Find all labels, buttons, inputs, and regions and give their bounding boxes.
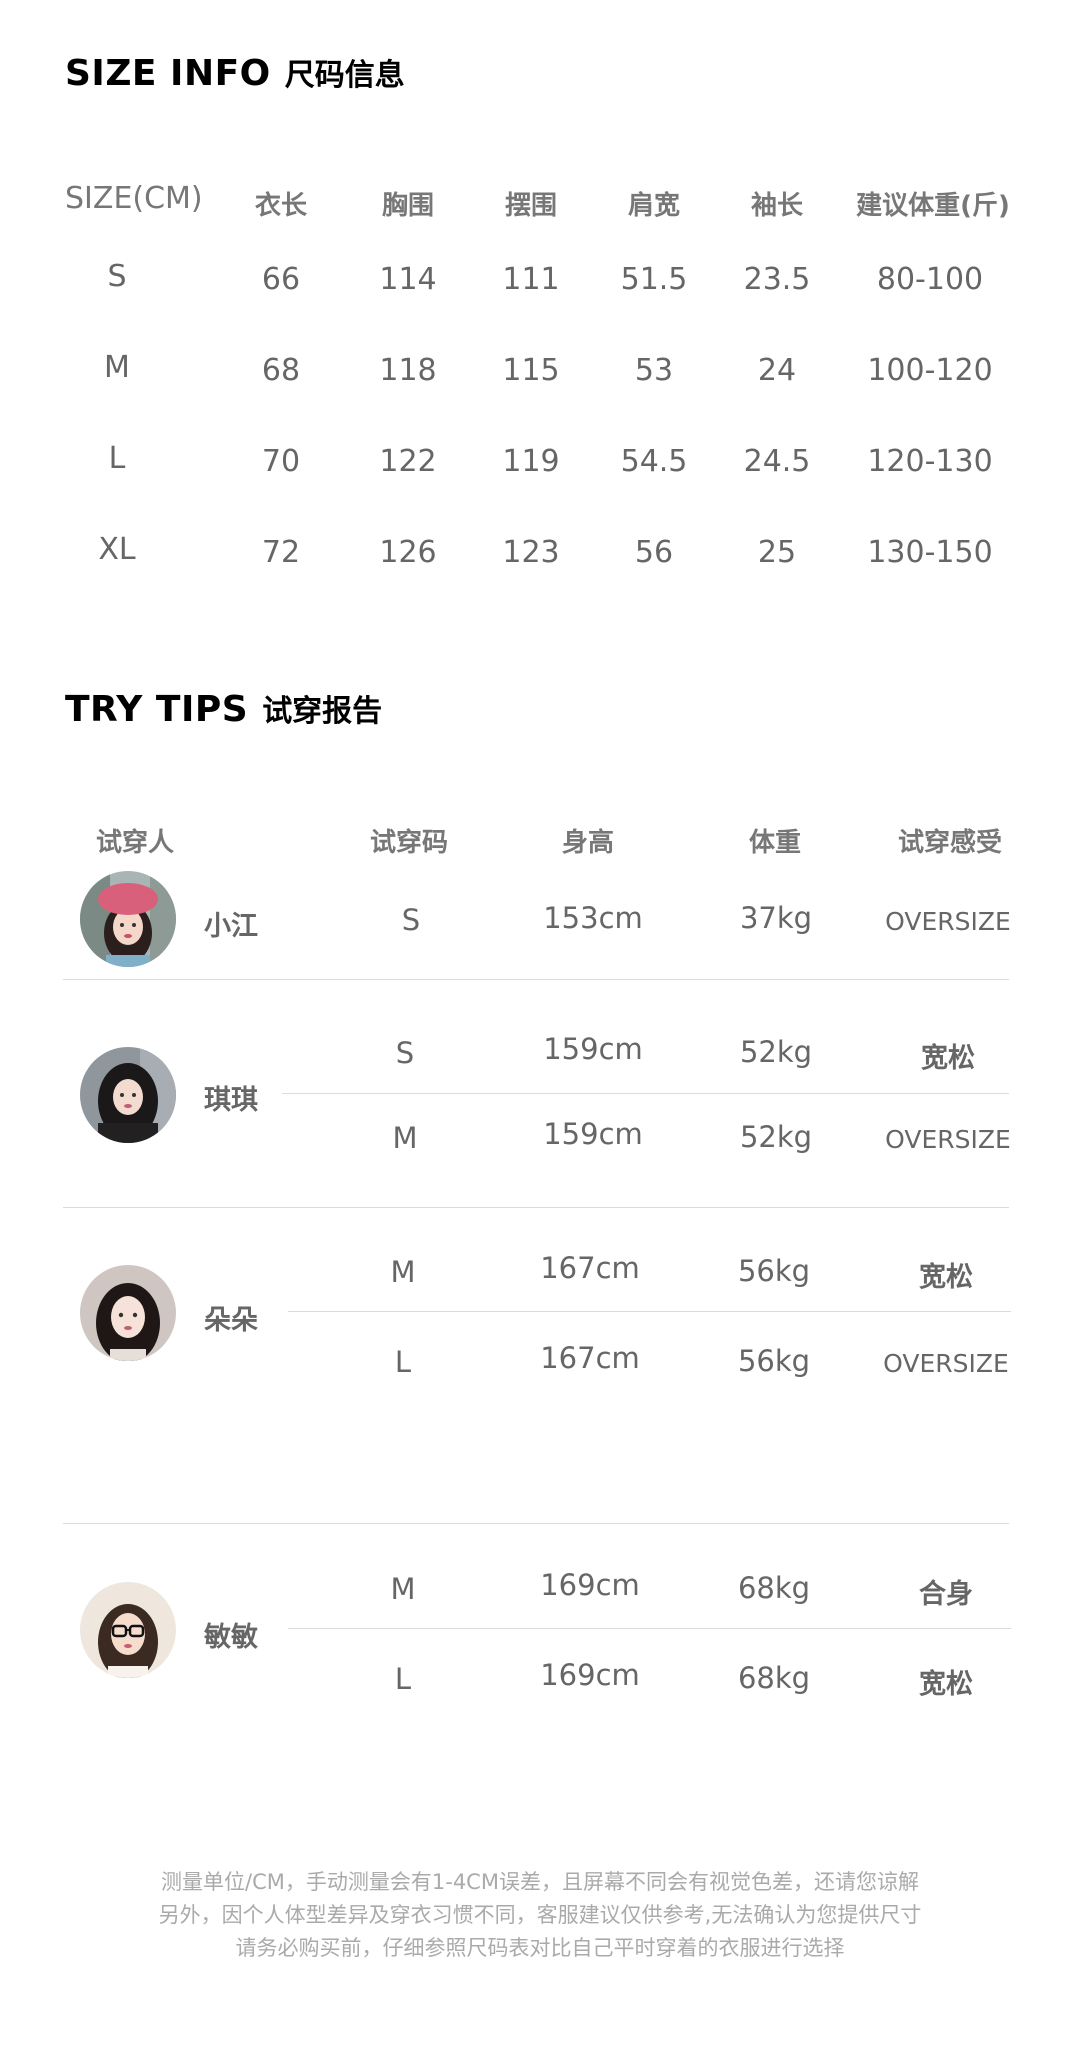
size-info-title-zh: 尺码信息 (284, 58, 405, 93)
tips-cell: 52kg (739, 1120, 813, 1154)
tips-cell: 56kg (737, 1254, 811, 1288)
avatar-pink-beret-icon (80, 871, 176, 967)
tips-cell: S (395, 1036, 415, 1070)
size-cell: 53 (634, 353, 674, 388)
size-header-size: SIZE(CM) (65, 181, 203, 216)
size-cell: 115 (502, 353, 560, 388)
tips-cell: 159cm (543, 1032, 643, 1066)
size-cell: 24 (757, 353, 797, 388)
size-cell: 70 (261, 444, 301, 479)
tips-cell: L (394, 1662, 412, 1696)
size-info-title: SIZE INFO 尺码信息 (65, 50, 405, 94)
avatar-glasses-icon (80, 1582, 176, 1678)
size-cell: 122 (379, 444, 437, 479)
tips-cell: 合身 (919, 1579, 973, 1610)
row-divider (63, 1207, 1009, 1208)
size-header-shoulder: 肩宽 (627, 191, 681, 221)
size-header-weight: 建议体重(斤) (856, 191, 1010, 221)
footer-line-3: 请务必购买前，仔细参照尺码表对比自己平时穿着的衣服进行选择 (235, 1936, 845, 1960)
tips-header-person: 试穿人 (95, 828, 175, 858)
tips-cell: 169cm (540, 1568, 640, 1602)
tips-cell: 56kg (737, 1344, 811, 1378)
size-header-chest: 胸围 (381, 191, 435, 221)
try-tips-title-zh: 试穿报告 (262, 694, 383, 729)
tips-cell: 52kg (739, 1035, 813, 1069)
tips-cell: 68kg (737, 1661, 811, 1695)
size-cell: 123 (502, 535, 560, 570)
tips-cell: M (390, 1572, 416, 1606)
size-header-sleeve: 袖长 (750, 191, 804, 221)
size-cell: 120-130 (867, 444, 993, 479)
try-tips-title: TRY TIPS 试穿报告 (65, 686, 382, 730)
footer-note: 测量单位/CM，手动测量会有1-4CM误差，且屏幕不同会有视觉色差，还请您谅解 … (0, 1866, 1080, 1965)
size-cell: 126 (379, 535, 437, 570)
tips-cell: L (394, 1345, 412, 1379)
size-cell: 54.5 (620, 444, 688, 479)
size-cell: 118 (379, 353, 437, 388)
size-cell: 80-100 (876, 262, 984, 297)
size-cell: 68 (261, 353, 301, 388)
tips-cell: 37kg (739, 901, 813, 935)
size-cell: 66 (261, 262, 301, 297)
footer-line-1: 测量单位/CM，手动测量会有1-4CM误差，且屏幕不同会有视觉色差，还请您谅解 (161, 1870, 919, 1894)
size-cell: 111 (502, 262, 560, 297)
avatar-black-hood-icon (80, 1047, 176, 1143)
tips-cell: M (392, 1121, 418, 1155)
tips-cell: 68kg (737, 1571, 811, 1605)
tips-cell: 167cm (540, 1251, 640, 1285)
size-cell: 24.5 (743, 444, 811, 479)
tips-cell: OVERSIZE (885, 1125, 1011, 1154)
tips-cell: OVERSIZE (883, 1349, 1009, 1378)
size-header-hem: 摆围 (504, 191, 558, 221)
tester-name: 朵朵 (204, 1305, 258, 1336)
size-info-title-en: SIZE INFO (65, 53, 271, 94)
row-divider (282, 1093, 1009, 1094)
tips-cell: S (401, 903, 421, 937)
tips-cell: 169cm (540, 1658, 640, 1692)
tips-cell: 宽松 (919, 1262, 973, 1293)
tips-cell: 159cm (543, 1117, 643, 1151)
size-cell: S (107, 259, 127, 294)
try-tips-title-en: TRY TIPS (65, 689, 249, 730)
size-cell: XL (98, 532, 136, 567)
size-cell: 51.5 (620, 262, 688, 297)
tips-cell: M (390, 1255, 416, 1289)
size-cell: 114 (379, 262, 437, 297)
size-header-length: 衣长 (254, 191, 308, 221)
size-cell: 130-150 (867, 535, 993, 570)
tips-header-weight: 体重 (748, 828, 802, 858)
size-cell: 72 (261, 535, 301, 570)
row-divider (63, 979, 1009, 980)
size-cell: 119 (502, 444, 560, 479)
tester-name: 小江 (204, 911, 258, 942)
tips-header-size: 试穿码 (369, 828, 449, 858)
row-divider (63, 1523, 1009, 1524)
tips-cell: 宽松 (921, 1043, 975, 1074)
row-divider (288, 1628, 1011, 1629)
size-cell: 25 (757, 535, 797, 570)
tips-cell: 153cm (543, 901, 643, 935)
tips-header-feel: 试穿感受 (897, 828, 1003, 858)
size-cell: 23.5 (743, 262, 811, 297)
avatar-dark-hair-icon (80, 1265, 176, 1361)
size-cell: 56 (634, 535, 674, 570)
tester-name: 敏敏 (204, 1622, 258, 1653)
tips-cell: OVERSIZE (885, 907, 1011, 936)
size-cell: L (108, 441, 126, 476)
row-divider (288, 1311, 1011, 1312)
footer-line-2: 另外，因个人体型差异及穿衣习惯不同，客服建议仅供参考,无法确认为您提供尺寸 (158, 1903, 922, 1927)
size-cell: 100-120 (867, 353, 993, 388)
tips-cell: 167cm (540, 1341, 640, 1375)
tips-cell: 宽松 (919, 1669, 973, 1700)
size-cell: M (104, 350, 130, 385)
tester-name: 琪琪 (204, 1085, 258, 1116)
tips-header-height: 身高 (561, 828, 615, 858)
